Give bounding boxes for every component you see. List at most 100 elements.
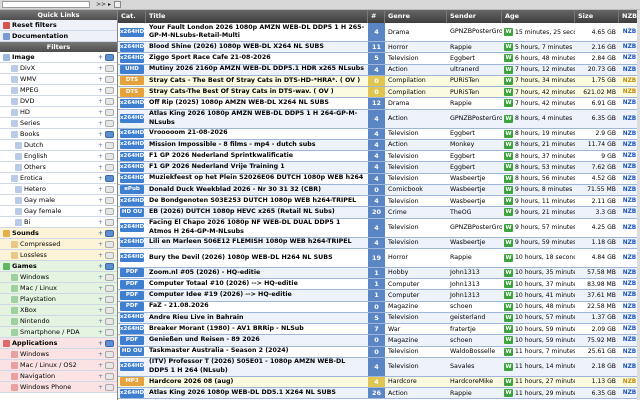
filter-item[interactable]: Navigation + <box>0 371 117 382</box>
table-row[interactable]: x264HD Your Fault London 2026 1080p AMZN … <box>118 23 640 42</box>
watch-badge[interactable]: W <box>504 174 513 183</box>
add-filter-icon[interactable]: + <box>98 327 103 337</box>
table-row[interactable]: x264HD Facing El Chapo 2026 1080p NF WEB-… <box>118 218 640 238</box>
table-row[interactable]: x264HD Atlas King 2026 1080p WEB-DL DD5.1… <box>118 388 640 400</box>
filter-toggle[interactable] <box>105 131 114 138</box>
title-link[interactable]: De Bondgenoten S03E253 DUTCH 1080p WEB h… <box>146 196 368 206</box>
table-row[interactable]: DTS Stray Cats - The Best Of Stray Cats i… <box>118 75 640 87</box>
title-link[interactable]: (ITV) Professor T (2026) S05E01 - 1080p … <box>146 358 368 376</box>
watch-badge[interactable]: W <box>504 28 513 36</box>
watch-badge[interactable]: W <box>504 152 513 161</box>
add-filter-icon[interactable]: + <box>98 250 103 260</box>
add-filter-icon[interactable]: + <box>98 338 103 348</box>
title-link[interactable]: Stray Cats-The Best Of Stray Cats in DTS… <box>146 87 368 97</box>
filter-item[interactable]: Bi + <box>0 217 117 228</box>
table-row[interactable]: x264HD Vrooooom 21-08-2026 4 Television Eggb… <box>118 128 640 140</box>
add-filter-icon[interactable]: + <box>98 96 103 106</box>
watch-badge[interactable]: W <box>504 377 513 386</box>
filter-item[interactable]: Gay male + <box>0 195 117 206</box>
add-filter-icon[interactable]: + <box>98 382 103 392</box>
filter-toggle[interactable] <box>105 318 114 325</box>
watch-badge[interactable]: W <box>504 197 513 206</box>
watch-badge[interactable]: W <box>504 140 513 149</box>
table-row[interactable]: MP3 Hardcore 2026 08 (aug) 4 Hardcore Hardco… <box>118 376 640 388</box>
add-filter-icon[interactable]: + <box>98 239 103 249</box>
table-row[interactable]: x264HD Breaker Morant (1980) - AV1 BRRip … <box>118 324 640 336</box>
filter-toggle[interactable] <box>105 241 114 248</box>
title-link[interactable]: Mutiny 2026 2160p AMZN WEB-DL DDP5.1 HDR… <box>146 65 368 75</box>
col-sender[interactable]: Sender <box>447 10 502 23</box>
add-filter-icon[interactable]: + <box>98 74 103 84</box>
add-filter-icon[interactable]: + <box>98 129 103 139</box>
table-row[interactable]: x264HD (ITV) Professor T (2026) S05E01 - … <box>118 357 640 377</box>
title-link[interactable]: Zoom.nl #05 (2026) - HQ-editie <box>146 268 368 278</box>
title-link[interactable]: Hardcore 2026 08 (aug) <box>146 377 368 387</box>
add-filter-icon[interactable]: + <box>98 261 103 271</box>
add-filter-icon[interactable]: + <box>98 360 103 370</box>
watch-badge[interactable]: W <box>504 99 513 108</box>
add-filter-icon[interactable]: + <box>98 294 103 304</box>
filter-toggle[interactable] <box>105 197 114 204</box>
add-filter-icon[interactable]: + <box>98 151 103 161</box>
filter-item[interactable]: Dutch + <box>0 140 117 151</box>
watch-badge[interactable]: W <box>504 302 513 311</box>
title-link[interactable]: Blood Shine (2026) 1080p WEB-DL X264 NL … <box>146 42 368 52</box>
add-filter-icon[interactable]: + <box>98 118 103 128</box>
filter-toggle[interactable] <box>105 186 114 193</box>
add-filter-icon[interactable]: + <box>98 371 103 381</box>
watch-badge[interactable]: W <box>504 347 513 356</box>
title-link[interactable]: F1 GP 2026 Nederland Vrije Training 1 <box>146 162 368 172</box>
filter-item[interactable]: Windows Phone + <box>0 382 117 393</box>
filter-item[interactable]: Games + <box>0 261 117 272</box>
table-row[interactable]: PDF Computer Idee #19 (2026) --> HQ-editi… <box>118 290 640 302</box>
filter-item[interactable]: Windows + <box>0 272 117 283</box>
add-filter-icon[interactable]: + <box>98 140 103 150</box>
filter-item[interactable]: Nintendo + <box>0 316 117 327</box>
filter-toggle[interactable] <box>105 384 114 391</box>
add-filter-icon[interactable]: + <box>98 349 103 359</box>
table-row[interactable]: x264HD Andre Rieu Live in Bahrain 5 Televis… <box>118 312 640 324</box>
add-filter-icon[interactable]: + <box>98 206 103 216</box>
table-row[interactable]: x264HD Atlas King 2026 1080p AMZN WEB-DL … <box>118 109 640 129</box>
table-row[interactable]: PDF FaZ - 21.08.2026 0 Magazine schoen W 10 ho… <box>118 301 640 313</box>
table-row[interactable]: x264HD Bury the Devil (2026) 1080p WEB-DL… <box>118 248 640 268</box>
filter-item[interactable]: Applications + <box>0 338 117 349</box>
col-cat[interactable]: Cat. <box>118 10 146 23</box>
add-filter-icon[interactable]: + <box>98 316 103 326</box>
add-filter-icon[interactable]: + <box>98 272 103 282</box>
table-row[interactable]: x264HD Off Rip (2025) 1080p AMZN WEB-DL X… <box>118 98 640 110</box>
watch-badge[interactable]: W <box>504 43 513 52</box>
filter-item[interactable]: Sounds + <box>0 228 117 239</box>
add-filter-icon[interactable]: + <box>98 184 103 194</box>
title-link[interactable]: Atlas King 2026 1080p AMZN WEB-DL DDP5 1… <box>146 110 368 128</box>
col-count[interactable]: # <box>368 10 385 23</box>
table-row[interactable]: x264HD Ziggo Sport Race Cafe 21-08-2026 5 T… <box>118 53 640 65</box>
filter-toggle[interactable] <box>105 219 114 226</box>
filter-item[interactable]: Playstation + <box>0 294 117 305</box>
col-title[interactable]: Title <box>146 10 368 23</box>
filter-item[interactable]: Mac / Linux / OS2 + <box>0 360 117 371</box>
table-row[interactable]: x264HD F1 GP 2026 Nederland Sprintkwalifi… <box>118 151 640 163</box>
table-row[interactable]: x264HD De Bondgenoten S03E253 DUTCH 1080p… <box>118 196 640 208</box>
filter-item[interactable]: Smartphone / PDA + <box>0 327 117 338</box>
add-filter-icon[interactable]: + <box>98 283 103 293</box>
filter-item[interactable]: DivX + <box>0 63 117 74</box>
col-age[interactable]: Age <box>502 10 575 23</box>
filter-toggle[interactable] <box>105 285 114 292</box>
title-link[interactable]: Bury the Devil (2026) 1080p WEB-DL H264 … <box>146 249 368 267</box>
title-link[interactable]: Your Fault London 2026 1080p AMZN WEB-DL… <box>146 23 368 41</box>
filter-toggle[interactable] <box>105 362 114 369</box>
filter-toggle[interactable] <box>105 307 114 314</box>
title-link[interactable]: Lili en Marleen S06E12 FLEMISH 1080p WEB… <box>146 238 368 248</box>
add-filter-icon[interactable]: + <box>98 217 103 227</box>
title-link[interactable]: Ziggo Sport Race Cafe 21-08-2026 <box>146 53 368 63</box>
filter-item[interactable]: XBox + <box>0 305 117 316</box>
title-link[interactable]: F1 GP 2026 Nederland Sprintkwalificatie <box>146 151 368 161</box>
add-filter-icon[interactable]: + <box>98 63 103 73</box>
watch-badge[interactable]: W <box>504 362 513 371</box>
title-link[interactable]: FaZ - 21.08.2026 <box>146 302 368 312</box>
filter-toggle[interactable] <box>105 153 114 160</box>
watch-badge[interactable]: W <box>504 280 513 289</box>
title-link[interactable]: Atlas King 2026 1080p WEB-DL DD5.1 X264 … <box>146 388 368 398</box>
watch-badge[interactable]: W <box>504 268 513 277</box>
